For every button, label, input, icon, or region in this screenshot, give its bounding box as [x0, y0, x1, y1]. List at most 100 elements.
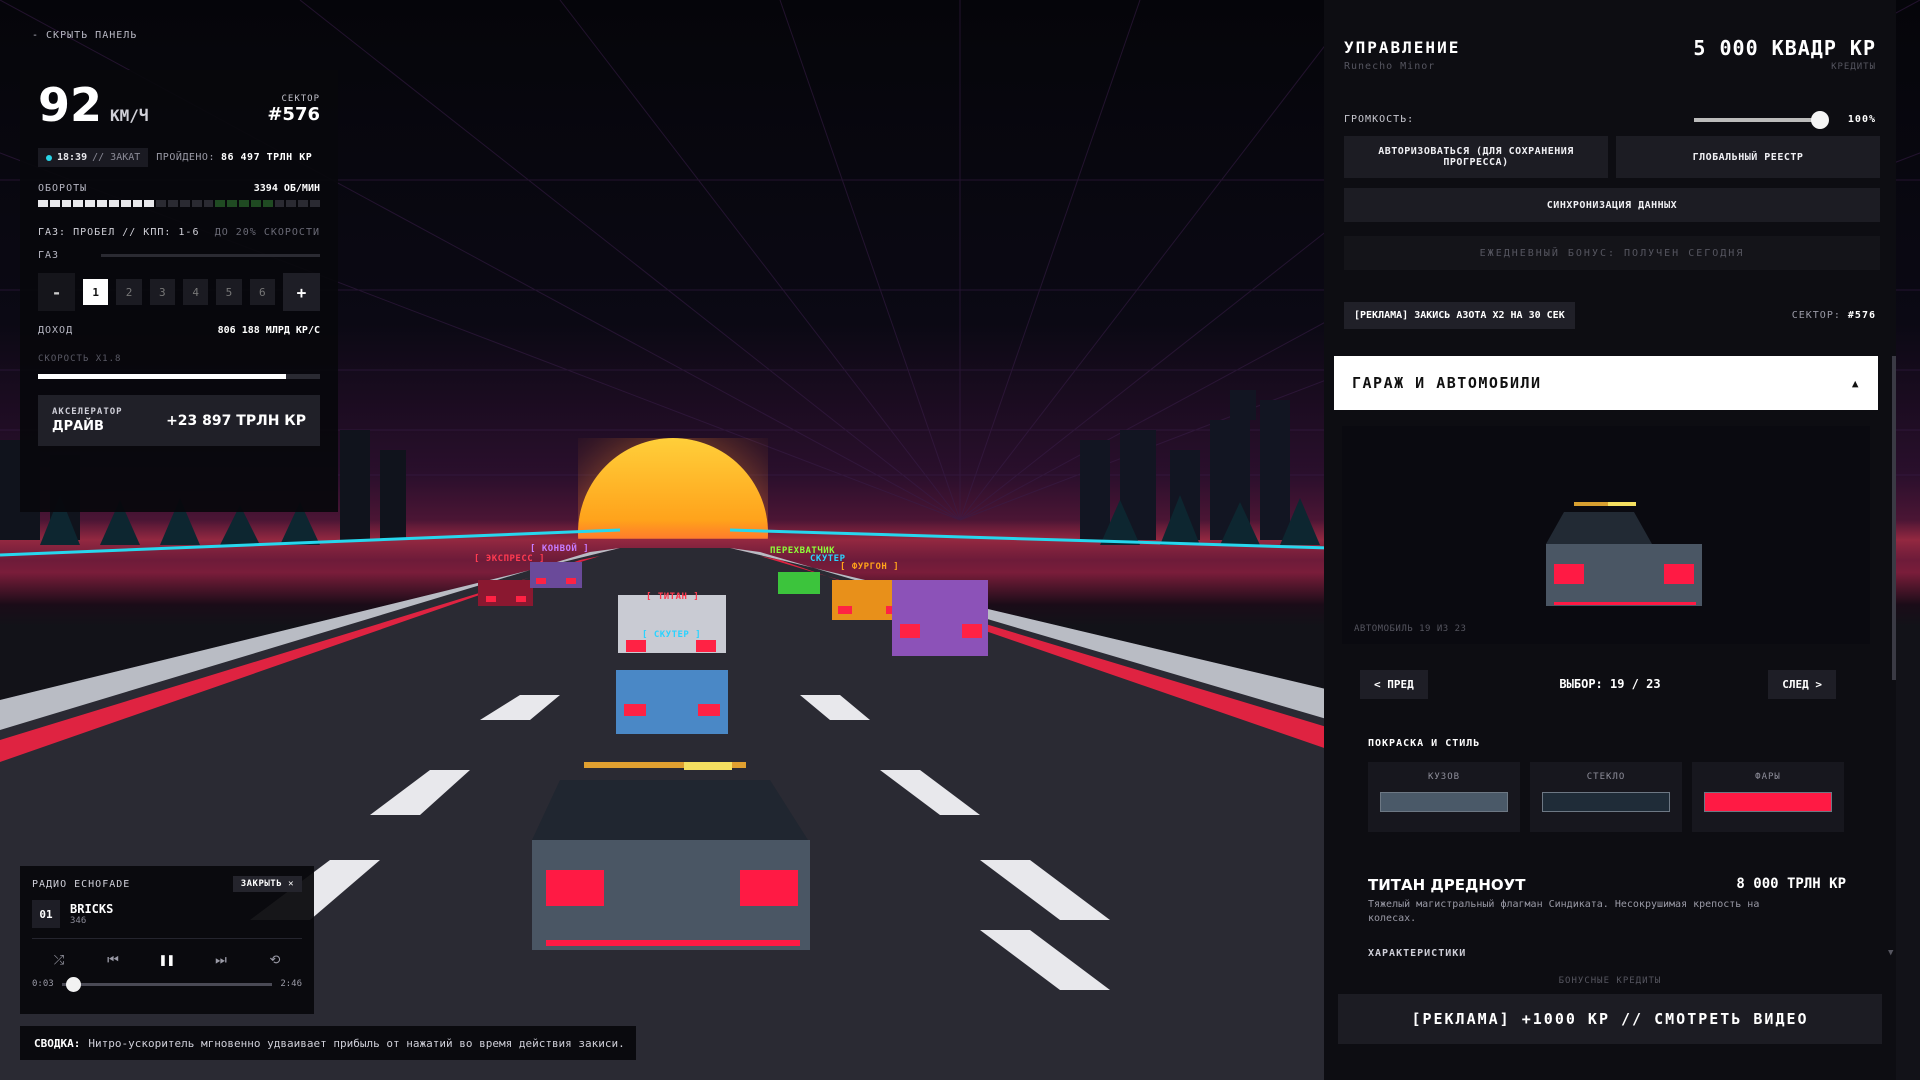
car-description: Тяжелый магистральный флагман Синдиката.… [1368, 899, 1760, 924]
rpm-segment [120, 200, 131, 207]
accelerator-card[interactable]: АКСЕЛЕРАТОР ДРАЙВ +23 897 ТРЛН КР [38, 395, 320, 446]
travelled-label: ПРОЙДЕНО: [156, 152, 215, 163]
traffic-car-green [778, 572, 820, 594]
repeat-icon[interactable]: ⟲ [261, 949, 289, 971]
rpm-segment [227, 200, 238, 207]
rpm-segment [49, 200, 60, 207]
time-chip: 18:39 // ЗАКАТ [38, 148, 149, 167]
scroll-down-icon[interactable]: ▼ [1888, 948, 1893, 958]
time-phase: // ЗАКАТ [92, 152, 141, 163]
rpm-segment [85, 200, 96, 207]
track-title: BRICKS [70, 902, 114, 916]
rpm-segment [38, 200, 48, 207]
rpm-segment [191, 200, 202, 207]
gearbox: - 1 2 3 4 5 6 + [38, 273, 320, 311]
rpm-segment [179, 200, 190, 207]
time-current: 0:03 [32, 979, 54, 989]
rpm-segment [250, 200, 261, 207]
gear-4-button[interactable]: 4 [183, 279, 209, 305]
sector-value: #576 [267, 104, 320, 125]
shuffle-icon[interactable]: ⤮ [45, 949, 73, 971]
hide-panel-button[interactable]: - СКРЫТЬ ПАНЕЛЬ [32, 30, 137, 41]
time-total: 2:46 [280, 979, 302, 989]
accelerator-value: +23 897 ТРЛН КР [166, 412, 306, 429]
gear-2-button[interactable]: 2 [116, 279, 142, 305]
rpm-segment [262, 200, 273, 207]
ad-nitro-button[interactable]: [РЕКЛАМА] ЗАКИСЬ АЗОТА X2 НА 30 СЕК [1344, 302, 1575, 329]
speed-value: 92 [38, 78, 103, 132]
car-label-convoy: [ КОНВОЙ ] [530, 544, 590, 554]
panel-sector-label: СЕКТОР: [1791, 310, 1841, 321]
car-preview: АВТОМОБИЛЬ 19 ИЗ 23 [1342, 426, 1870, 644]
volume-fill [1694, 117, 1820, 122]
specs-title[interactable]: ХАРАКТЕРИСТИКИ [1368, 948, 1466, 959]
garage-title: ГАРАЖ И АВТОМОБИЛИ [1352, 374, 1542, 392]
auth-button[interactable]: АВТОРИЗОВАТЬСЯ (ДЛЯ СОХРАНЕНИЯ ПРОГРЕССА… [1344, 136, 1608, 178]
volume-knob[interactable] [1811, 110, 1829, 129]
panel-scrollbar[interactable] [1892, 356, 1896, 680]
rpm-segment [168, 200, 178, 207]
volume-label: ГРОМКОСТЬ: [1344, 114, 1415, 125]
rpm-bar [38, 200, 320, 207]
traffic-car-red [478, 580, 533, 606]
rpm-label: ОБОРОТЫ [38, 183, 88, 194]
body-color-swatch[interactable] [1380, 792, 1508, 812]
gear-1-button[interactable]: 1 [83, 279, 109, 305]
next-car-button[interactable]: СЛЕД > [1768, 670, 1836, 699]
track-progress-knob[interactable] [65, 976, 81, 992]
rpm-segment [203, 200, 214, 207]
glass-color-card[interactable]: СТЕКЛО [1530, 762, 1682, 832]
rpm-segment [298, 200, 309, 207]
watch-ad-button[interactable]: [РЕКЛАМА] +1000 КР // СМОТРЕТЬ ВИДЕО [1338, 994, 1882, 1044]
gear-up-button[interactable]: + [282, 273, 320, 311]
radio-player: РАДИО ECHOFADE ЗАКРЫТЬ ✕ 01 BRICKS 346 ⤮… [20, 866, 314, 1014]
bonus-credits-label: БОНУСНЫЕ КРЕДИТЫ [1558, 976, 1662, 986]
volume-value: 100% [1847, 114, 1876, 125]
accelerator-name: ДРАЙВ [52, 419, 104, 434]
car-label-titan: [ ТИТАН ] [646, 592, 700, 602]
next-track-icon[interactable]: ⏭ [207, 949, 235, 971]
volume-slider[interactable] [1694, 110, 1829, 129]
credits-label: КРЕДИТЫ [1831, 62, 1876, 72]
rpm-segment [97, 200, 107, 207]
controls-hint: ГАЗ: ПРОБЕЛ // КПП: 1-6 [38, 227, 200, 238]
rpm-segment [144, 200, 155, 207]
garage-accordion-header[interactable]: ГАРАЖ И АВТОМОБИЛИ ▲ [1334, 356, 1878, 410]
car-label-scooter: [ СКУТЕР ] [642, 630, 702, 640]
sync-button[interactable]: СИНХРОНИЗАЦИЯ ДАННЫХ [1344, 188, 1880, 222]
rpm-segment [108, 200, 119, 207]
radio-close-button[interactable]: ЗАКРЫТЬ ✕ [232, 876, 302, 892]
speed-progress-fill [38, 374, 287, 379]
paint-title: ПОКРАСКА И СТИЛЬ [1368, 738, 1481, 749]
track-progress[interactable] [61, 976, 273, 992]
pause-icon[interactable]: ❚❚ [153, 949, 181, 971]
car-name: ТИТАН ДРЕДНОУТ [1368, 876, 1526, 894]
gear-5-button[interactable]: 5 [216, 279, 242, 305]
traffic-car-violet [892, 580, 988, 656]
gear-6-button[interactable]: 6 [249, 279, 275, 305]
car-label-van: [ ФУРГОН ] [840, 562, 900, 572]
gear-down-button[interactable]: - [38, 273, 76, 311]
glass-color-swatch[interactable] [1542, 792, 1670, 812]
speed-multiplier: СКОРОСТЬ X1.8 [38, 354, 122, 364]
speed-limit-hint: ДО 20% СКОРОСТИ [214, 227, 320, 238]
global-registry-button[interactable]: ГЛОБАЛЬНЫЙ РЕЕСТР [1616, 136, 1880, 178]
gear-3-button[interactable]: 3 [149, 279, 175, 305]
income-label: ДОХОД [38, 325, 74, 336]
font-name: Runecho Minor [1344, 61, 1436, 72]
speed-unit: КМ/Ч [110, 106, 149, 125]
lights-color-card[interactable]: ФАРЫ [1692, 762, 1844, 832]
body-color-card[interactable]: КУЗОВ [1368, 762, 1520, 832]
rpm-segment [239, 200, 249, 207]
lights-color-swatch[interactable] [1704, 792, 1832, 812]
car-counter: АВТОМОБИЛЬ 19 ИЗ 23 [1354, 624, 1467, 634]
rpm-segment [61, 200, 72, 207]
rpm-segment [215, 200, 226, 207]
sector-label: СЕКТОР [281, 94, 320, 104]
gas-track[interactable] [101, 254, 320, 257]
previous-track-icon[interactable]: ⏮ [99, 949, 127, 971]
color-options: КУЗОВ СТЕКЛО ФАРЫ [1368, 762, 1844, 832]
rpm-segment [132, 200, 143, 207]
car-label-express: [ ЭКСПРЕСС ] [474, 554, 546, 564]
rpm-segment [310, 200, 320, 207]
